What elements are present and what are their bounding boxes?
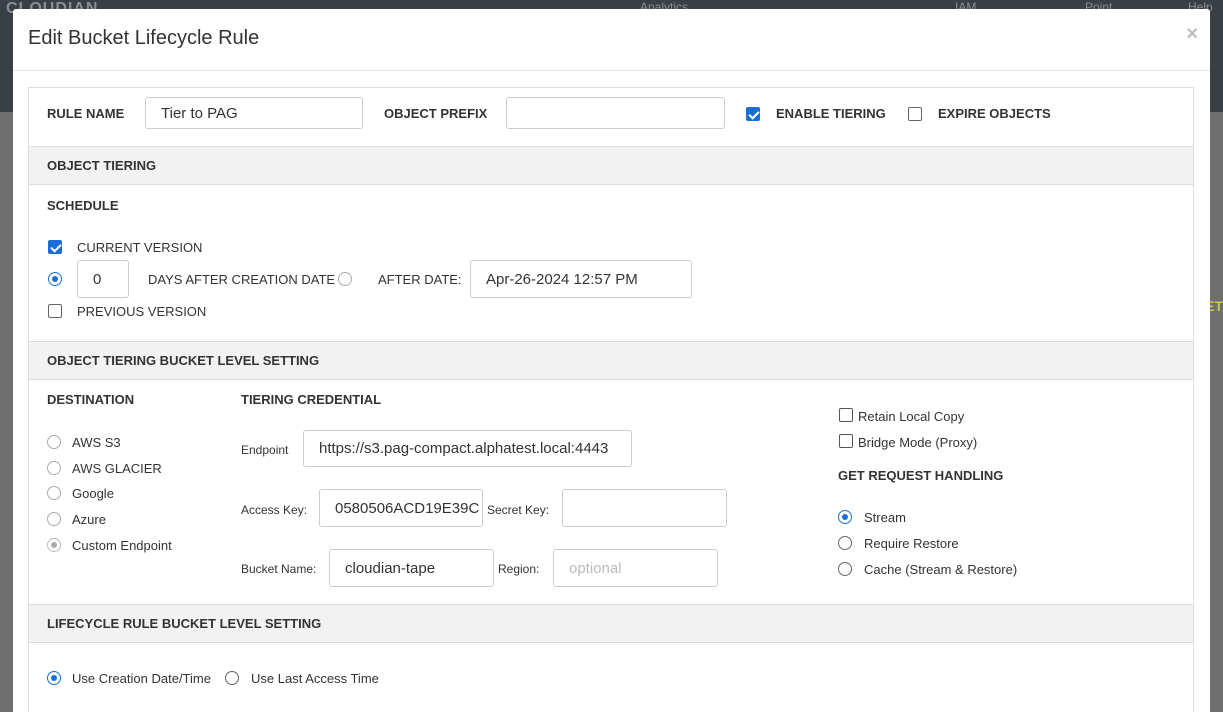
destination-aws-s3-radio[interactable] <box>47 435 61 449</box>
get-stream-label: Stream <box>864 510 906 525</box>
destination-azure-radio[interactable] <box>47 512 61 526</box>
object-tiering-section-header: OBJECT TIERING <box>29 146 1193 185</box>
after-date-radio[interactable] <box>338 272 352 286</box>
destination-google-label: Google <box>72 486 114 501</box>
retain-local-copy-label: Retain Local Copy <box>858 409 965 424</box>
modal-title: Edit Bucket Lifecycle Rule <box>28 27 260 49</box>
tiering-credential-label: TIERING CREDENTIAL <box>241 392 382 407</box>
expire-objects-label: EXPIRE OBJECTS <box>938 106 1051 121</box>
lifecycle-setting-section-header: LIFECYCLE RULE BUCKET LEVEL SETTING <box>29 604 1193 643</box>
enable-tiering-label: ENABLE TIERING <box>776 106 886 121</box>
get-require-restore-radio[interactable] <box>838 536 852 550</box>
enable-tiering-checkbox[interactable] <box>746 107 760 121</box>
days-input[interactable]: 0 <box>77 260 129 298</box>
bucket-name-label: Bucket Name: <box>241 562 317 576</box>
destination-custom-endpoint-radio[interactable] <box>47 538 61 552</box>
secret-key-label: Secret Key: <box>487 503 550 517</box>
destination-google-radio[interactable] <box>47 486 61 500</box>
destination-aws-s3-label: AWS S3 <box>72 435 121 450</box>
days-after-creation-radio[interactable] <box>48 272 62 286</box>
use-last-access-radio[interactable] <box>225 671 239 685</box>
region-label: Region: <box>498 562 540 576</box>
modal-header: Edit Bucket Lifecycle Rule × <box>13 9 1210 71</box>
rule-form-panel: RULE NAME Tier to PAG OBJECT PREFIX ENAB… <box>28 87 1194 712</box>
get-request-handling-label: GET REQUEST HANDLING <box>838 468 1004 483</box>
get-stream-radio[interactable] <box>838 510 852 524</box>
days-after-creation-label: DAYS AFTER CREATION DATE <box>148 272 336 287</box>
region-input[interactable]: optional <box>553 549 718 587</box>
get-cache-label: Cache (Stream & Restore) <box>864 562 1018 577</box>
edit-lifecycle-rule-modal: Edit Bucket Lifecycle Rule × RULE NAME T… <box>13 9 1210 712</box>
use-last-access-label: Use Last Access Time <box>251 671 379 686</box>
bridge-mode-checkbox[interactable] <box>839 434 853 448</box>
lifecycle-setting-section-title: LIFECYCLE RULE BUCKET LEVEL SETTING <box>47 616 322 631</box>
bucket-name-input[interactable]: cloudian-tape <box>329 549 494 587</box>
bucket-setting-section-header: OBJECT TIERING BUCKET LEVEL SETTING <box>29 341 1193 380</box>
get-require-restore-label: Require Restore <box>864 536 959 551</box>
after-date-label: AFTER DATE: <box>378 272 462 287</box>
expire-objects-checkbox[interactable] <box>908 107 922 121</box>
current-version-label: CURRENT VERSION <box>77 240 203 255</box>
close-icon[interactable]: × <box>1186 23 1198 46</box>
access-key-label: Access Key: <box>241 503 308 517</box>
object-tiering-section-title: OBJECT TIERING <box>47 158 157 173</box>
previous-version-checkbox[interactable] <box>48 304 62 318</box>
destination-azure-label: Azure <box>72 512 106 527</box>
after-date-input[interactable]: Apr-26-2024 12:57 PM <box>470 260 692 298</box>
previous-version-label: PREVIOUS VERSION <box>77 304 207 319</box>
current-version-checkbox[interactable] <box>48 240 62 254</box>
use-creation-date-radio[interactable] <box>47 671 61 685</box>
get-cache-radio[interactable] <box>838 562 852 576</box>
rule-name-label: RULE NAME <box>47 106 125 121</box>
endpoint-input[interactable]: https://s3.pag-compact.alphatest.local:4… <box>303 430 632 467</box>
object-prefix-input[interactable] <box>506 97 725 129</box>
destination-aws-glacier-radio[interactable] <box>47 461 61 475</box>
use-creation-date-label: Use Creation Date/Time <box>72 671 211 686</box>
bucket-setting-section-title: OBJECT TIERING BUCKET LEVEL SETTING <box>47 353 320 368</box>
access-key-input[interactable]: 0580506ACD19E39C <box>319 489 483 527</box>
destination-custom-endpoint-label: Custom Endpoint <box>72 538 172 553</box>
bridge-mode-label: Bridge Mode (Proxy) <box>858 435 978 450</box>
destination-label: DESTINATION <box>47 392 135 407</box>
retain-local-copy-checkbox[interactable] <box>839 408 853 422</box>
rule-name-input[interactable]: Tier to PAG <box>145 97 363 129</box>
object-prefix-label: OBJECT PREFIX <box>384 106 488 121</box>
secret-key-input[interactable] <box>562 489 727 527</box>
schedule-label: SCHEDULE <box>47 198 119 213</box>
endpoint-label: Endpoint <box>241 443 289 457</box>
destination-aws-glacier-label: AWS GLACIER <box>72 461 162 476</box>
